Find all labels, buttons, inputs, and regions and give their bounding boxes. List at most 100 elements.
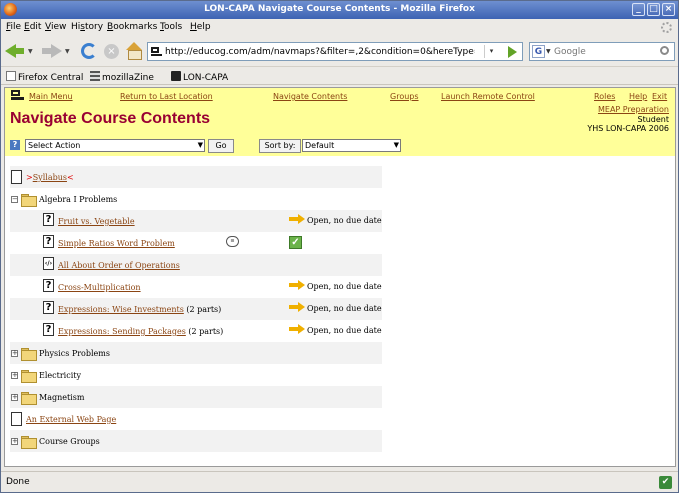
table-row: + Physics Problems — [10, 342, 382, 364]
problem-link[interactable]: Simple Ratios Word Problem — [58, 239, 175, 248]
sort-by-button[interactable]: Sort by: — [259, 139, 301, 153]
page-link[interactable]: All About Order of Operations — [58, 261, 180, 270]
menu-view[interactable]: View — [45, 22, 66, 32]
folder-label[interactable]: Electricity — [39, 371, 81, 380]
help-icon[interactable]: ? — [10, 140, 20, 150]
table-row: ? Fruit vs. Vegetable Open, no due date — [10, 210, 382, 232]
go-arrow-icon[interactable] — [508, 46, 517, 58]
problem-link[interactable]: Cross-Multiplication — [58, 283, 141, 292]
go-button[interactable]: Go — [208, 139, 234, 153]
home-icon[interactable] — [125, 42, 143, 60]
expand-toggle-icon[interactable]: − — [11, 196, 18, 203]
table-row: ? Simple Ratios Word Problem ≡ ✓ — [10, 232, 382, 254]
chevron-down-icon: ▼ — [197, 141, 203, 149]
bookmarks-toolbar: Firefox Central mozillaZine LON-CAPA — [1, 67, 678, 85]
roles-link[interactable]: Roles — [594, 92, 615, 101]
search-icon[interactable] — [660, 46, 669, 55]
url-history-dropdown-icon[interactable]: ▾ — [484, 45, 498, 58]
syllabus-link[interactable]: Syllabus — [33, 173, 67, 182]
menu-bookmarks[interactable]: Bookmarks — [107, 22, 157, 32]
menu-history[interactable]: History — [71, 22, 103, 32]
folder-label[interactable]: Course Groups — [39, 437, 100, 446]
menu-help[interactable]: Help — [190, 22, 211, 32]
table-row: ‹/› All About Order of Operations — [10, 254, 382, 276]
problem-link[interactable]: Fruit vs. Vegetable — [58, 217, 135, 226]
bookmark-mozillazine[interactable]: mozillaZine — [90, 71, 154, 83]
open-arrow-icon — [289, 214, 305, 224]
folder-label[interactable]: Physics Problems — [39, 349, 110, 358]
groups-link[interactable]: Groups — [390, 92, 419, 101]
page-icon — [6, 71, 16, 81]
engine-dropdown-icon[interactable]: ▼ — [546, 48, 551, 55]
menu-file[interactable]: File — [6, 22, 21, 32]
page-title: Navigate Course Contents — [10, 110, 211, 127]
parts-note: (2 parts) — [188, 327, 224, 336]
folder-icon[interactable] — [21, 392, 37, 405]
external-page-icon — [11, 412, 22, 426]
open-arrow-icon — [289, 324, 305, 334]
folder-icon[interactable] — [21, 436, 37, 449]
launch-remote-control-link[interactable]: Launch Remote Control — [441, 92, 535, 101]
status-bar: Done ✔ — [1, 471, 678, 492]
forward-arrow-icon[interactable] — [42, 41, 62, 61]
reload-icon[interactable] — [81, 43, 97, 59]
completed-check-icon: ✓ — [289, 236, 302, 249]
google-engine-icon[interactable]: G — [532, 45, 545, 58]
minimize-button[interactable]: _ — [632, 3, 645, 16]
folder-icon[interactable] — [21, 348, 37, 361]
open-arrow-icon — [289, 302, 305, 312]
maximize-button[interactable]: □ — [647, 3, 660, 16]
folder-icon[interactable] — [21, 370, 37, 383]
security-status-icon[interactable]: ✔ — [659, 476, 672, 489]
navigation-toolbar: ▼ ▼ × ▾ G ▼ — [1, 36, 678, 67]
search-input[interactable] — [554, 45, 654, 58]
problem-icon: ? — [43, 279, 54, 292]
bookmark-lon-capa[interactable]: LON-CAPA — [171, 71, 228, 83]
search-bar[interactable]: G ▼ — [529, 42, 675, 61]
back-arrow-icon[interactable] — [5, 41, 25, 61]
menu-edit[interactable]: Edit — [24, 22, 41, 32]
select-action-dropdown[interactable]: Select Action ▼ — [25, 139, 205, 152]
syllabus-current-marker: >Syllabus< — [26, 173, 74, 182]
course-code-label: YHS LON-CAPA 2006 — [587, 124, 669, 133]
problem-link[interactable]: Expressions: Sending Packages — [58, 327, 186, 336]
problem-link[interactable]: Expressions: Wise Investments — [58, 305, 184, 314]
discussion-icon[interactable]: ≡ — [226, 236, 239, 247]
role-label: Student — [637, 115, 670, 124]
menu-bar: File Edit View History Bookmarks Tools H… — [1, 19, 678, 36]
main-menu-link[interactable]: Main Menu — [29, 92, 73, 101]
table-row: + Electricity — [10, 364, 382, 386]
menu-tools[interactable]: Tools — [160, 22, 182, 32]
problem-icon: ? — [43, 213, 54, 226]
folder-icon[interactable] — [21, 194, 37, 207]
status-open: Open, no due date — [289, 280, 382, 291]
navigate-contents-link[interactable]: Navigate Contents — [273, 92, 347, 101]
page-content: Main Menu Return to Last Location Naviga… — [4, 87, 676, 467]
address-bar[interactable]: ▾ — [147, 42, 523, 61]
external-page-link[interactable]: An External Web Page — [26, 415, 116, 424]
url-input[interactable] — [165, 45, 475, 58]
expand-toggle-icon[interactable]: + — [11, 438, 18, 445]
table-row: ? Expressions: Wise Investments (2 parts)… — [10, 298, 382, 320]
open-arrow-icon — [289, 280, 305, 290]
page-icon — [11, 170, 22, 184]
close-button[interactable]: × — [662, 3, 675, 16]
help-link[interactable]: Help — [629, 92, 647, 101]
expand-toggle-icon[interactable]: + — [11, 394, 18, 401]
expand-toggle-icon[interactable]: + — [11, 372, 18, 379]
exit-link[interactable]: Exit — [652, 92, 667, 101]
table-row: ? Expressions: Sending Packages (2 parts)… — [10, 320, 382, 342]
problem-icon: ? — [43, 301, 54, 314]
stop-icon[interactable]: × — [104, 44, 119, 59]
forward-history-dropdown-icon[interactable]: ▼ — [65, 48, 70, 55]
back-history-dropdown-icon[interactable]: ▼ — [28, 48, 33, 55]
return-to-last-location-link[interactable]: Return to Last Location — [120, 92, 213, 101]
folder-label[interactable]: Algebra I Problems — [39, 195, 117, 204]
lon-capa-bookmark-icon — [171, 71, 181, 81]
folder-label[interactable]: Magnetism — [39, 393, 84, 402]
window-title: LON-CAPA Navigate Course Contents - Mozi… — [204, 4, 475, 14]
bookmark-firefox-central[interactable]: Firefox Central — [6, 71, 83, 83]
expand-toggle-icon[interactable]: + — [11, 350, 18, 357]
course-link[interactable]: MEAP Preparation — [598, 105, 669, 114]
sort-dropdown[interactable]: Default ▼ — [302, 139, 401, 152]
